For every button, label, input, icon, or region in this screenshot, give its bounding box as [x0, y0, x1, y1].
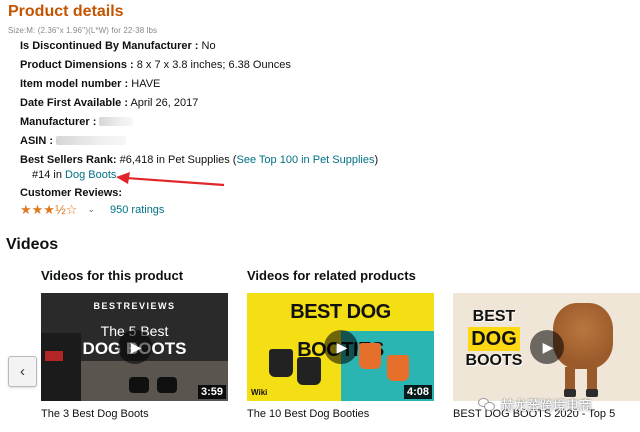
chevron-left-icon: ‹: [20, 363, 25, 380]
watermark: 赫龙蕃跨境电商: [478, 395, 592, 414]
customer-reviews-label: Customer Reviews:: [20, 187, 123, 199]
videos-heading: Videos: [6, 236, 59, 253]
detail-value: HAVE: [131, 78, 161, 90]
dog-boots-link[interactable]: Dog Boots: [65, 169, 116, 181]
detail-key: Is Discontinued By Manufacturer :: [20, 40, 199, 52]
video-caption[interactable]: The 3 Best Dog Boots: [41, 408, 228, 420]
sub-rank-text: #14 in: [32, 169, 66, 181]
videos-for-product-title: Videos for this product: [41, 268, 184, 283]
redacted-value: [99, 117, 134, 126]
play-icon[interactable]: ▶: [117, 330, 152, 364]
thumb-word1: BEST: [472, 308, 516, 325]
star-icons: ★★★½☆: [20, 202, 78, 217]
size-line: Size:M: (2.36''x 1.96'')(L*W) for 22-38 …: [8, 26, 158, 35]
carousel-prev-button[interactable]: ‹: [8, 356, 37, 387]
detail-key: Product Dimensions :: [20, 59, 134, 71]
detail-value: 8 x 7 x 3.8 inches; 6.38 Ounces: [136, 59, 291, 71]
video-caption[interactable]: The 10 Best Dog Booties: [247, 408, 434, 420]
thumb-boot: [157, 377, 177, 393]
detail-row-date: Date First Available : April 26, 2017: [20, 97, 198, 109]
top100-link[interactable]: See Top 100 in Pet Supplies: [236, 154, 374, 166]
sub-rank: #14 in Dog Boots: [32, 169, 116, 181]
thumb-boot: [269, 349, 293, 377]
videos-related-title: Videos for related products: [247, 268, 416, 283]
play-icon[interactable]: ▶: [529, 330, 564, 364]
star-rating[interactable]: ★★★½☆ ⌄: [20, 203, 95, 216]
detail-key: Item model number :: [20, 78, 129, 90]
video-thumbnail[interactable]: BEST DOG BOOTS ▶: [453, 293, 640, 401]
video-duration: 3:59: [197, 385, 226, 399]
thumb-word3: BOOTS: [465, 352, 523, 369]
thumb-headline: BEST DOG BOOTIES: [247, 293, 434, 361]
thumb-brand: BESTREVIEWS: [93, 301, 176, 311]
thumb-word2: DOG: [468, 327, 520, 351]
detail-row-asin: ASIN :: [20, 135, 127, 147]
red-arrow-annotation: [116, 172, 225, 187]
video-card[interactable]: BESTREVIEWS The 5 Best DOG BOOTS ▶ 3:59 …: [41, 293, 228, 420]
video-duration: 4:08: [403, 385, 432, 399]
thumb-boot: [297, 357, 321, 385]
detail-row-discontinued: Is Discontinued By Manufacturer : No: [20, 40, 216, 52]
thumb-dog: [553, 303, 613, 369]
detail-key: ASIN :: [20, 135, 53, 147]
product-details-title: Product details: [8, 3, 124, 20]
thumb-corner-label: Wiki: [251, 388, 268, 397]
detail-row-model: Item model number : HAVE: [20, 78, 160, 90]
ratings-link[interactable]: 950 ratings: [110, 204, 164, 216]
rank-text: #6,418 in Pet Supplies (: [119, 154, 237, 166]
detail-row-dimensions: Product Dimensions : 8 x 7 x 3.8 inches;…: [20, 59, 291, 71]
detail-row-manufacturer: Manufacturer :: [20, 116, 134, 128]
video-thumbnail[interactable]: BEST DOG BOOTIES Wiki ▶ 4:08: [247, 293, 434, 401]
thumb-boot: [387, 355, 409, 381]
video-card[interactable]: BEST DOG BOOTIES Wiki ▶ 4:08 The 10 Best…: [247, 293, 434, 420]
video-thumbnail[interactable]: BESTREVIEWS The 5 Best DOG BOOTS ▶ 3:59: [41, 293, 228, 401]
thumb-boot: [129, 377, 149, 393]
detail-key: Date First Available :: [20, 97, 128, 109]
detail-key: Best Sellers Rank:: [20, 154, 117, 166]
chevron-down-icon[interactable]: ⌄: [87, 204, 95, 215]
thumb-sign: BEST DOG BOOTS: [463, 307, 525, 371]
thumb-boot: [359, 343, 381, 369]
watermark-text: 赫龙蕃跨境电商: [501, 398, 593, 413]
rank-close: ): [374, 154, 379, 166]
detail-value: No: [201, 40, 216, 52]
wechat-icon: [478, 397, 496, 412]
redacted-value: [56, 136, 127, 145]
best-sellers-rank: Best Sellers Rank: #6,418 in Pet Supplie…: [20, 154, 378, 166]
detail-value: April 26, 2017: [130, 97, 199, 109]
detail-key: Manufacturer :: [20, 116, 97, 128]
play-icon[interactable]: ▶: [323, 330, 358, 364]
